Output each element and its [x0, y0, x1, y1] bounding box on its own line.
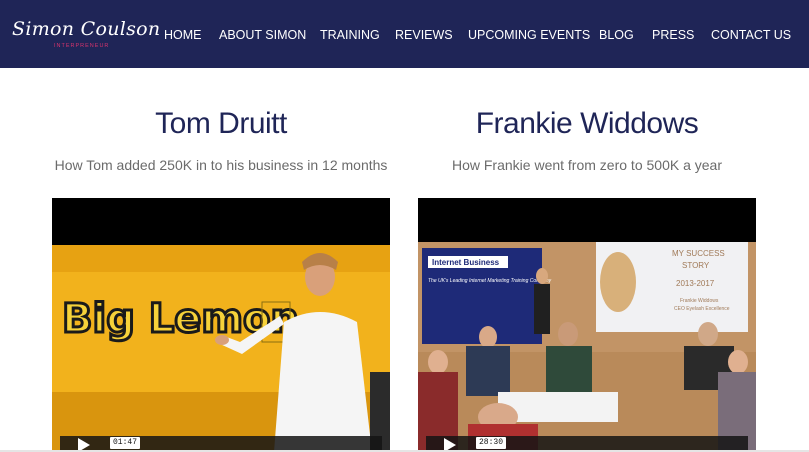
banner-subtitle: The UK's Leading Internet Marketing Trai…: [428, 278, 552, 284]
banner-title: Internet Business: [432, 258, 500, 267]
site-logo[interactable]: Simon Coulson INTERPRENEUR: [12, 18, 160, 54]
nav-upcoming-events[interactable]: UPCOMING EVENTS: [468, 28, 590, 42]
slide-caption: CEO Eyelash Excellence: [674, 306, 730, 312]
nav-blog[interactable]: BLOG: [599, 28, 634, 42]
video-duration: 28:30: [476, 437, 507, 449]
nav-press[interactable]: PRESS: [652, 28, 694, 42]
nav-home[interactable]: HOME: [164, 28, 202, 42]
nav-reviews[interactable]: REVIEWS: [395, 28, 453, 42]
video-frame: Internet Business The UK's Leading Inter…: [418, 242, 756, 452]
video-frame: Big Lemon: [52, 242, 390, 452]
slide-line: STORY: [682, 261, 710, 270]
nav-training[interactable]: TRAINING: [320, 28, 380, 42]
site-header: Simon Coulson INTERPRENEUR HOME ABOUT SI…: [0, 0, 809, 68]
slide-line: MY SUCCESS: [672, 249, 725, 258]
slide-line: 2013-2017: [676, 279, 715, 288]
nav-about-simon[interactable]: ABOUT SIMON: [219, 28, 306, 42]
video-duration: 01:47: [110, 437, 141, 449]
testimonial-title: Tom Druitt: [155, 107, 287, 140]
slide-caption: Frankie Widdows: [680, 298, 719, 304]
logo-wordmark: Simon Coulson: [12, 18, 161, 40]
testimonial-summary: How Frankie went from zero to 500K a yea…: [451, 157, 722, 173]
nav-contact-us[interactable]: CONTACT US: [711, 28, 791, 42]
testimonial-title: Frankie Widdows: [475, 107, 699, 140]
video-player[interactable]: Internet Business The UK's Leading Inter…: [418, 198, 756, 452]
video-player[interactable]: Big Lemon: [52, 198, 390, 452]
testimonial-summary: How Tom added 250K in to his business in…: [54, 157, 388, 173]
logo-tagline: INTERPRENEUR: [54, 43, 110, 49]
